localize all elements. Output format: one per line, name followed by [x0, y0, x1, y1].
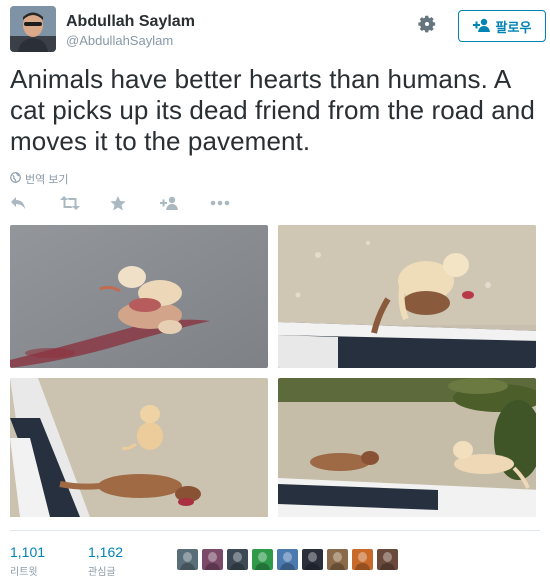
- liker-avatar[interactable]: [302, 549, 323, 570]
- author-handle[interactable]: @AbdullahSaylam: [66, 32, 195, 49]
- author-display-name[interactable]: Abdullah Saylam: [66, 12, 195, 32]
- avatar[interactable]: [10, 6, 56, 52]
- favorite-count: 1,162: [88, 544, 124, 560]
- liker-avatar[interactable]: [352, 549, 373, 570]
- follow-button-label: 팔로우: [495, 19, 532, 35]
- liker-avatars: [177, 549, 398, 570]
- photo-grid: [10, 225, 541, 517]
- translate-label: 번역 보기: [25, 174, 69, 186]
- liker-avatar[interactable]: [327, 549, 348, 570]
- liker-avatar[interactable]: [252, 549, 273, 570]
- photo-1[interactable]: [10, 225, 268, 368]
- retweet-stat[interactable]: 1,101 리트윗: [10, 544, 45, 578]
- tweet-header: Abdullah Saylam @AbdullahSaylam 팔로우: [10, 6, 546, 52]
- retweet-label: 리트윗: [10, 567, 38, 578]
- follow-icon[interactable]: [160, 194, 210, 212]
- stats-divider: [10, 530, 540, 531]
- reply-icon[interactable]: [10, 194, 60, 212]
- photo-4[interactable]: [278, 378, 536, 521]
- follow-button[interactable]: 팔로우: [458, 10, 546, 42]
- retweet-count: 1,101: [10, 544, 46, 560]
- photo-3[interactable]: [10, 378, 268, 521]
- translate-link[interactable]: 번역 보기: [10, 171, 69, 187]
- liker-avatar[interactable]: [202, 549, 223, 570]
- add-user-icon: [472, 18, 491, 35]
- retweet-icon[interactable]: [60, 194, 110, 212]
- favorite-stat[interactable]: 1,162 관심글: [88, 544, 123, 578]
- favorite-icon[interactable]: [110, 194, 160, 212]
- tweet-text: Animals have better hearts than humans. …: [10, 64, 535, 156]
- liker-avatar[interactable]: [227, 549, 248, 570]
- liker-avatar[interactable]: [277, 549, 298, 570]
- photo-2[interactable]: [278, 225, 536, 368]
- favorite-label: 관심글: [88, 567, 116, 578]
- liker-avatar[interactable]: [377, 549, 398, 570]
- tweet-actions: [10, 194, 260, 212]
- globe-icon: [10, 172, 21, 186]
- gear-icon[interactable]: [416, 13, 438, 35]
- more-icon[interactable]: [210, 194, 260, 212]
- liker-avatar[interactable]: [177, 549, 198, 570]
